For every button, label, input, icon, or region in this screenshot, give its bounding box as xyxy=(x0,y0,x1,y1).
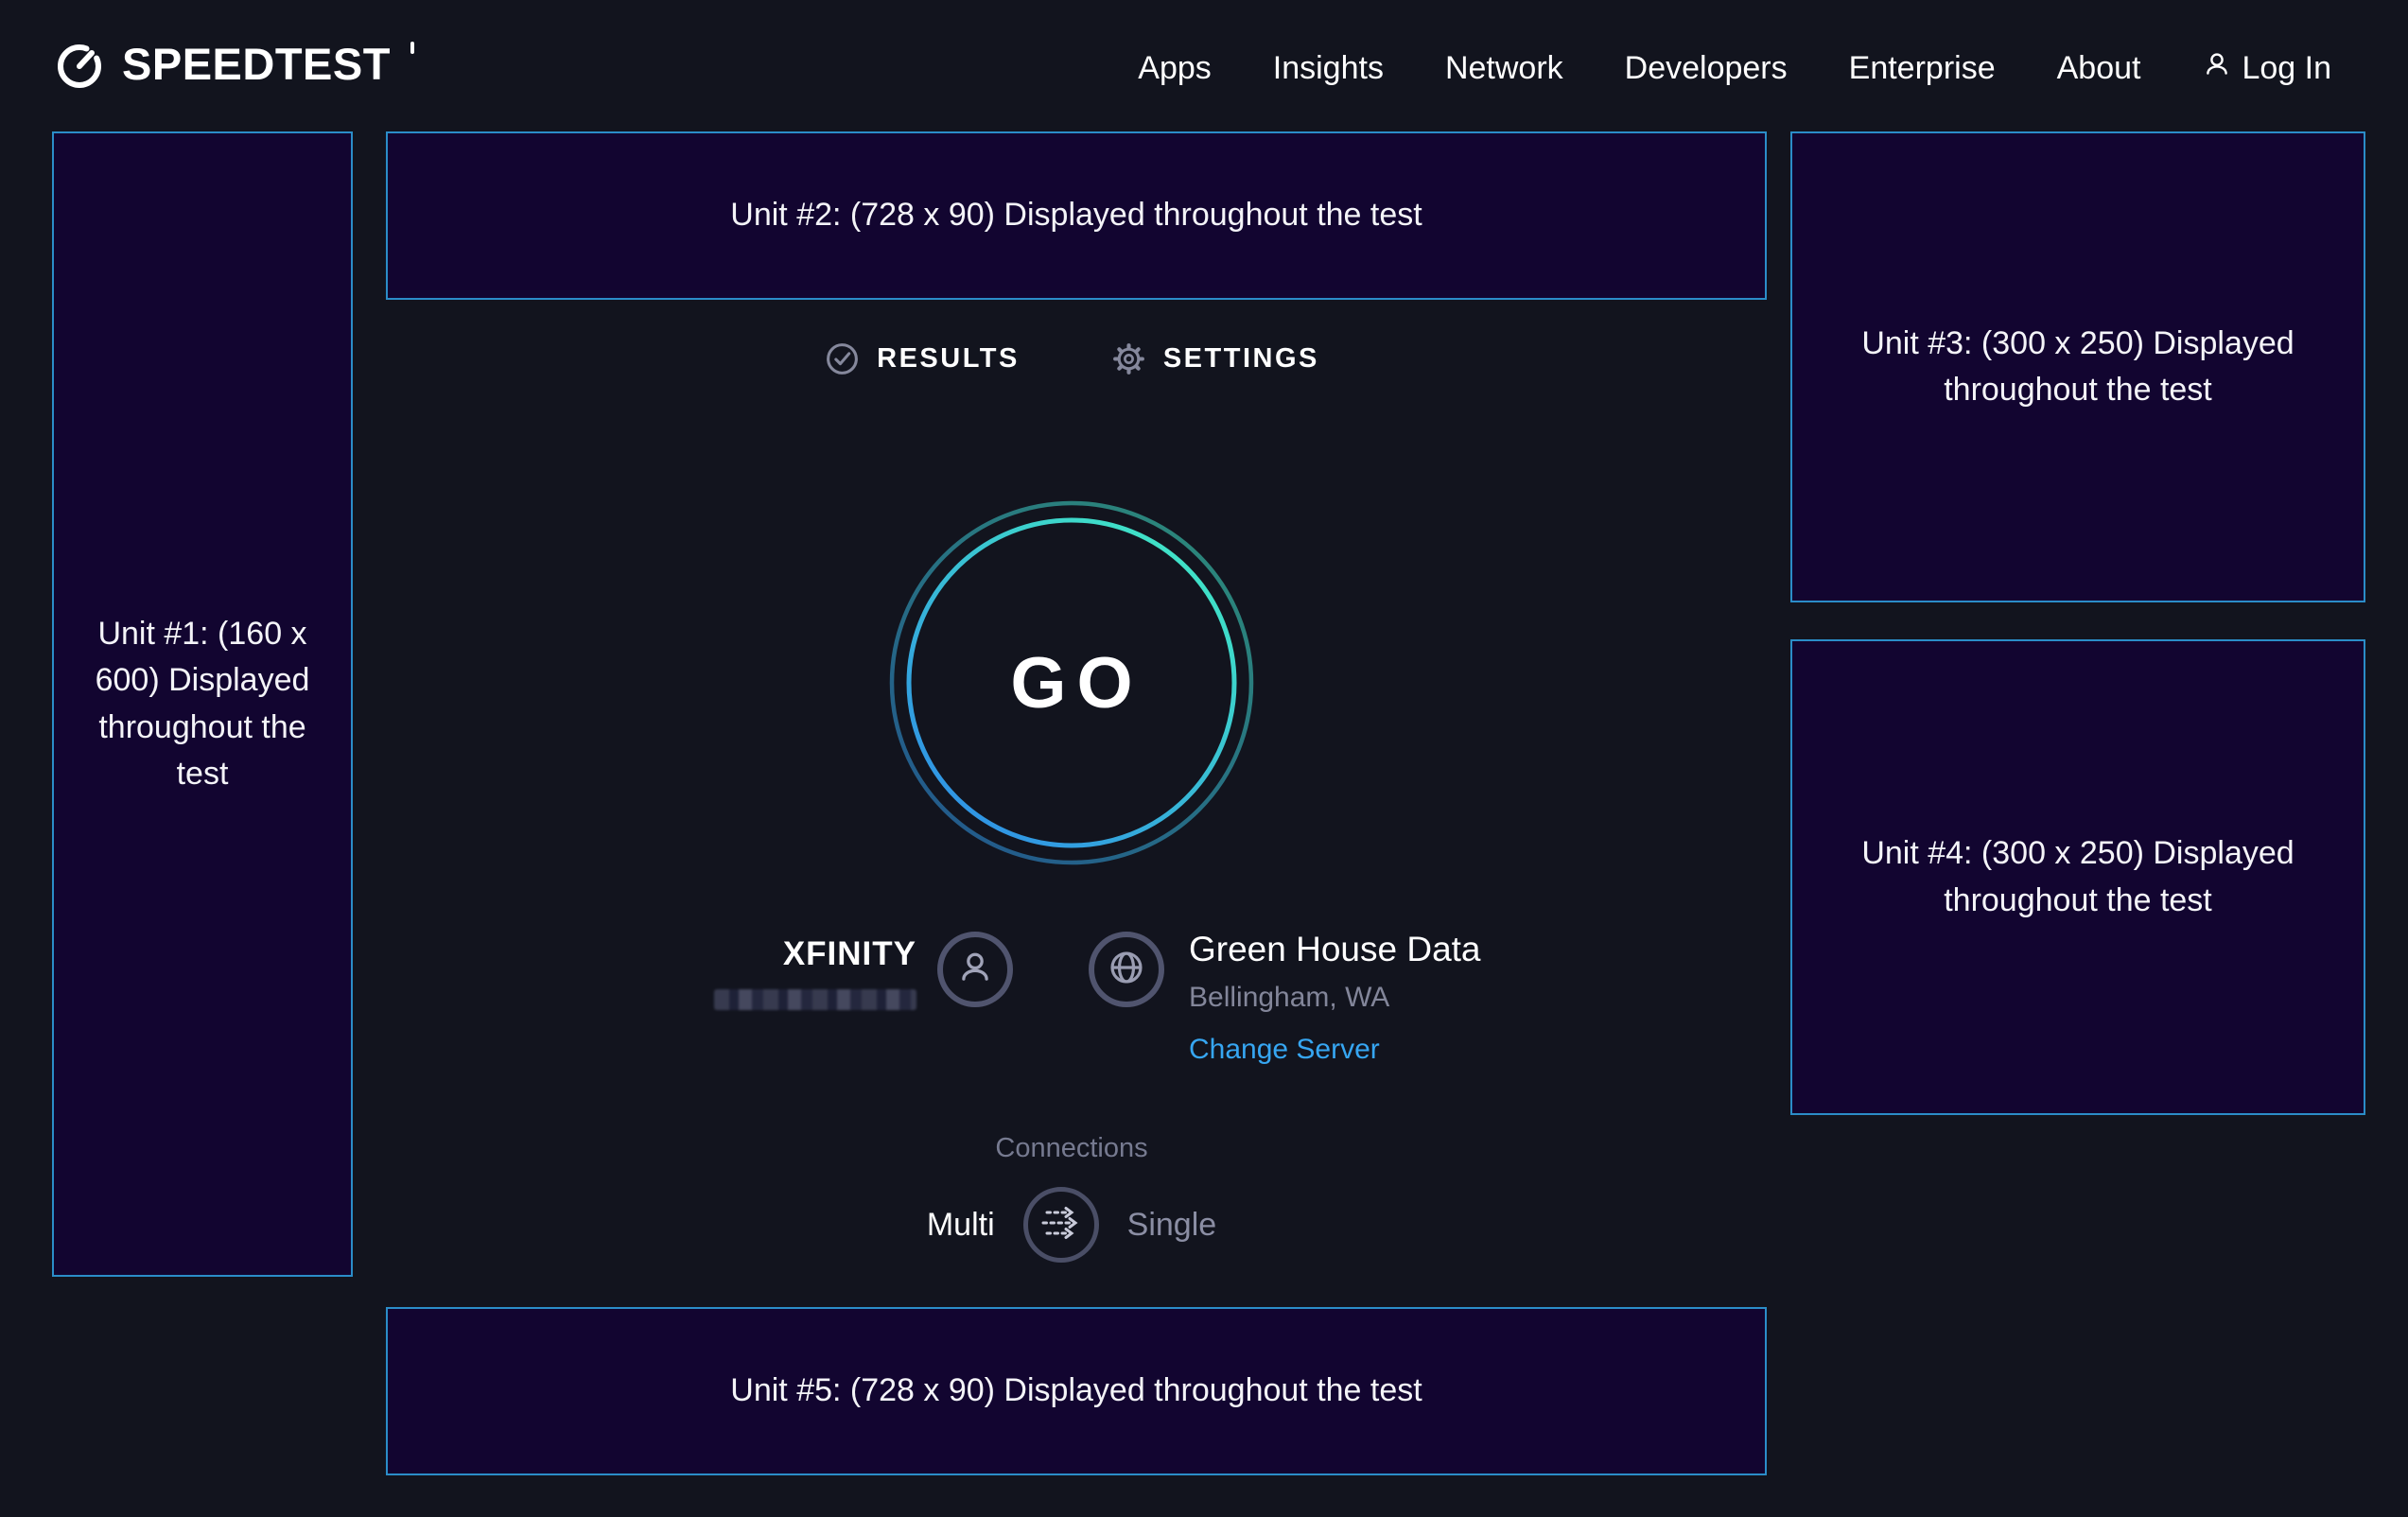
go-button-label: GO xyxy=(882,494,1261,872)
multi-arrows-icon xyxy=(1039,1201,1083,1249)
ad-unit-1-label: Unit #1: (160 x 600) Displayed throughou… xyxy=(79,611,326,797)
ad-unit-2: Unit #2: (728 x 90) Displayed throughout… xyxy=(386,131,1767,300)
top-navigation: Apps Insights Network Developers Enterpr… xyxy=(1138,0,2331,137)
go-button[interactable]: GO xyxy=(882,494,1261,872)
ad-unit-4-label: Unit #4: (300 x 250) Displayed throughou… xyxy=(1851,830,2305,924)
logo-wordmark: SPEEDTEST xyxy=(122,36,391,93)
nav-item-about[interactable]: About xyxy=(2057,50,2141,87)
ad-unit-4: Unit #4: (300 x 250) Displayed throughou… xyxy=(1790,639,2365,1115)
tab-results-label: RESULTS xyxy=(877,343,1020,375)
server-info: Green House Data Bellingham, WA Change S… xyxy=(1189,922,1586,1066)
login-label: Log In xyxy=(2242,50,2331,87)
login-button[interactable]: Log In xyxy=(2202,49,2331,88)
server-location: Bellingham, WA xyxy=(1189,982,1586,1014)
isp-info: XFINITY xyxy=(557,922,916,1015)
nav-item-insights[interactable]: Insights xyxy=(1273,50,1384,87)
logo-trademark-mark xyxy=(410,42,414,54)
server-avatar xyxy=(1089,932,1164,1007)
nav-item-developers[interactable]: Developers xyxy=(1625,50,1788,87)
connections-section: Connections Multi xyxy=(353,1133,1790,1263)
change-server-link[interactable]: Change Server xyxy=(1189,1034,1380,1066)
user-icon xyxy=(2202,49,2232,88)
globe-icon xyxy=(1105,946,1148,994)
tab-bar: RESULTS xyxy=(353,340,1790,377)
connection-mode-single[interactable]: Single xyxy=(1127,1207,1217,1244)
ad-unit-3-label: Unit #3: (300 x 250) Displayed throughou… xyxy=(1851,321,2305,414)
isp-name: XFINITY xyxy=(557,935,916,973)
connections-label: Connections xyxy=(353,1133,1790,1164)
connection-mode-multi[interactable]: Multi xyxy=(927,1207,995,1244)
connection-mode-toggle[interactable] xyxy=(1023,1187,1099,1263)
connections-toggle-row: Multi Single xyxy=(353,1187,1790,1263)
server-name: Green House Data xyxy=(1189,930,1586,969)
nav-item-apps[interactable]: Apps xyxy=(1138,50,1212,87)
tab-settings[interactable]: SETTINGS xyxy=(1110,340,1319,377)
ad-unit-2-label: Unit #2: (728 x 90) Displayed throughout… xyxy=(730,192,1422,238)
nav-item-network[interactable]: Network xyxy=(1445,50,1563,87)
host-info-row: XFINITY Green House Data Bell xyxy=(353,922,1790,1066)
gear-icon xyxy=(1110,340,1147,377)
user-icon xyxy=(954,947,996,993)
tab-results[interactable]: RESULTS xyxy=(824,340,1020,377)
ad-unit-5-label: Unit #5: (728 x 90) Displayed throughout… xyxy=(730,1368,1422,1414)
nav-item-enterprise[interactable]: Enterprise xyxy=(1849,50,1996,87)
speedtest-logo[interactable]: SPEEDTEST xyxy=(52,36,414,97)
ad-unit-3: Unit #3: (300 x 250) Displayed throughou… xyxy=(1790,131,2365,602)
speedtest-gauge-icon xyxy=(52,36,107,97)
tab-settings-label: SETTINGS xyxy=(1163,343,1319,375)
ad-unit-5: Unit #5: (728 x 90) Displayed throughout… xyxy=(386,1307,1767,1475)
speedtest-page: SPEEDTEST Apps Insights Network Develope… xyxy=(0,0,2408,1517)
ad-unit-1: Unit #1: (160 x 600) Displayed throughou… xyxy=(52,131,353,1277)
check-circle-icon xyxy=(824,340,861,377)
isp-avatar xyxy=(937,932,1013,1007)
blurred-ip-text xyxy=(714,989,916,1010)
